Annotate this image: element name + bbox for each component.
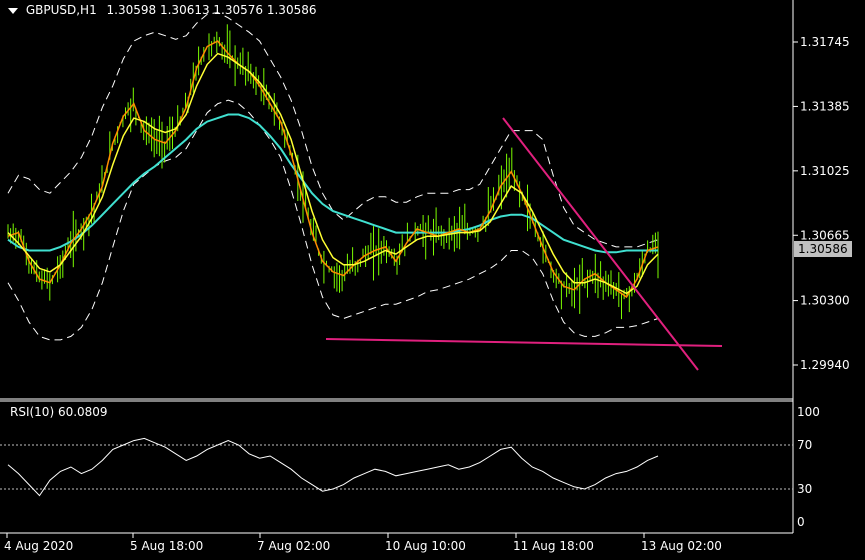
chart-window[interactable]: 1.31745 1.31385 1.31025 1.30665 1.30300 1.299…	[0, 0, 865, 557]
price-tick-label: 1.31745	[800, 35, 850, 49]
time-tick-label: 13 Aug 02:00	[641, 539, 722, 553]
moving-averages	[7, 40, 659, 299]
ohlc-values: 1.30598 1.30613 1.30576 1.30586	[106, 3, 317, 17]
rsi-axis: 100 70 30 0	[797, 405, 820, 529]
rsi-tick-label: 0	[797, 515, 805, 529]
rsi-tick-label: 100	[797, 405, 820, 419]
descending-trendline[interactable]	[502, 117, 699, 371]
symbol-timeframe: GBPUSD,H1	[25, 3, 97, 17]
chart-header: GBPUSD,H1 1.30598 1.30613 1.30576 1.3058…	[8, 3, 316, 17]
time-axis: 4 Aug 2020 5 Aug 18:00 7 Aug 02:00 10 Aug 1…	[4, 533, 722, 553]
price-tag-text: 1.30586	[798, 242, 848, 256]
rsi-line	[7, 437, 659, 497]
rsi-tick-label: 70	[797, 438, 812, 452]
triangle-down-icon[interactable]	[8, 7, 18, 14]
price-tick-label: 1.31385	[800, 99, 850, 113]
time-tick-label: 5 Aug 18:00	[130, 539, 203, 553]
time-tick-label: 11 Aug 18:00	[513, 539, 594, 553]
lower-band-line	[7, 99, 659, 341]
rsi-panel	[0, 437, 793, 497]
price-tick-label: 1.30665	[800, 228, 850, 242]
current-price-tag: 1.30586	[794, 241, 852, 257]
rsi-tick-label: 30	[797, 482, 812, 496]
trendlines[interactable]	[325, 117, 723, 371]
rsi-label: RSI(10) 60.0809	[10, 405, 108, 419]
fast-ma-line	[7, 40, 659, 299]
support-trendline[interactable]	[325, 338, 723, 347]
time-tick-label: 7 Aug 02:00	[257, 539, 330, 553]
slow-ma-line	[7, 113, 658, 254]
price-tick-label: 1.31025	[800, 164, 850, 178]
price-chart[interactable]: 1.31745 1.31385 1.31025 1.30665 1.30300 1.299…	[0, 0, 865, 557]
price-tick-label: 1.30300	[800, 294, 850, 308]
time-tick-label: 4 Aug 2020	[4, 539, 73, 553]
price-tick-label: 1.29940	[800, 358, 850, 372]
price-axis: 1.31745 1.31385 1.31025 1.30665 1.30300 1.299…	[793, 35, 850, 372]
time-tick-label: 10 Aug 10:00	[385, 539, 466, 553]
